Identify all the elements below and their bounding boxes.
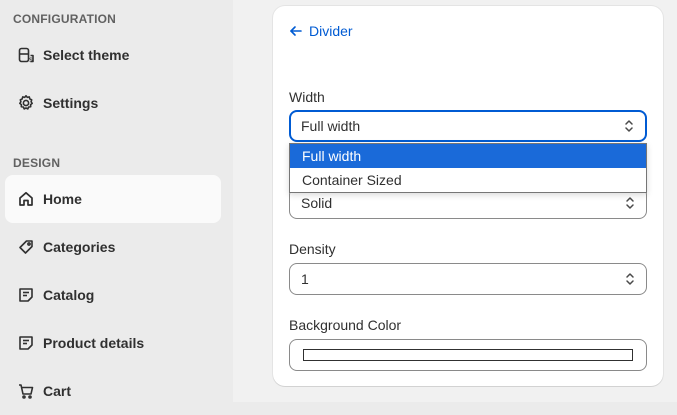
background-color-input[interactable] [289,339,647,371]
sidebar-item-label: Home [43,191,82,207]
sidebar-item-label: Catalog [43,287,95,303]
theme-icon: $ [17,46,35,64]
chevron-up-down-icon [626,197,634,209]
density-select-value: 1 [301,271,309,287]
dropdown-option-container-sized[interactable]: Container Sized [290,168,646,192]
back-link[interactable]: Divider [289,23,353,39]
main-area: Divider Width Full width Solid Density 1 [233,0,677,402]
background-color-label: Background Color [289,317,402,333]
width-dropdown-list: Full width Container Sized [289,143,647,193]
sidebar-item-label: Select theme [43,47,130,63]
sidebar-item-product-details[interactable]: Product details [5,319,221,367]
sidebar-item-label: Settings [43,95,99,111]
catalog-icon [17,286,35,304]
sidebar-item-settings[interactable]: Settings [5,79,221,127]
back-link-label: Divider [309,23,353,39]
density-label: Density [289,241,336,257]
sidebar-item-home[interactable]: Home [5,175,221,223]
density-select[interactable]: 1 [289,263,647,295]
color-swatch [303,349,633,361]
width-select-value: Full width [301,118,361,134]
home-icon [17,190,35,208]
style-select-value: Solid [301,195,333,211]
section-header-configuration: CONFIGURATION [13,12,117,26]
sidebar-item-select-theme[interactable]: $ Select theme [5,31,221,79]
cart-icon [17,382,35,400]
chevron-up-down-icon [626,273,634,285]
sidebar-item-label: Cart [43,383,72,399]
sidebar-item-label: Product details [43,335,145,351]
section-header-design: DESIGN [13,156,61,170]
chevron-up-down-icon [625,120,633,132]
arrow-left-icon [290,26,302,36]
sidebar-item-label: Categories [43,239,116,255]
sidebar: CONFIGURATION $ Select theme Settings DE… [0,0,233,402]
sidebar-item-categories[interactable]: Categories [5,223,221,271]
width-label: Width [289,89,325,105]
sidebar-item-catalog[interactable]: Catalog [5,271,221,319]
sidebar-item-cart[interactable]: Cart [5,367,221,415]
width-select[interactable]: Full width [289,110,647,142]
settings-card: Divider Width Full width Solid Density 1 [273,6,663,386]
product-details-icon [17,334,35,352]
tag-icon [17,238,35,256]
dropdown-option-full-width[interactable]: Full width [290,144,646,168]
gear-icon [17,94,35,112]
